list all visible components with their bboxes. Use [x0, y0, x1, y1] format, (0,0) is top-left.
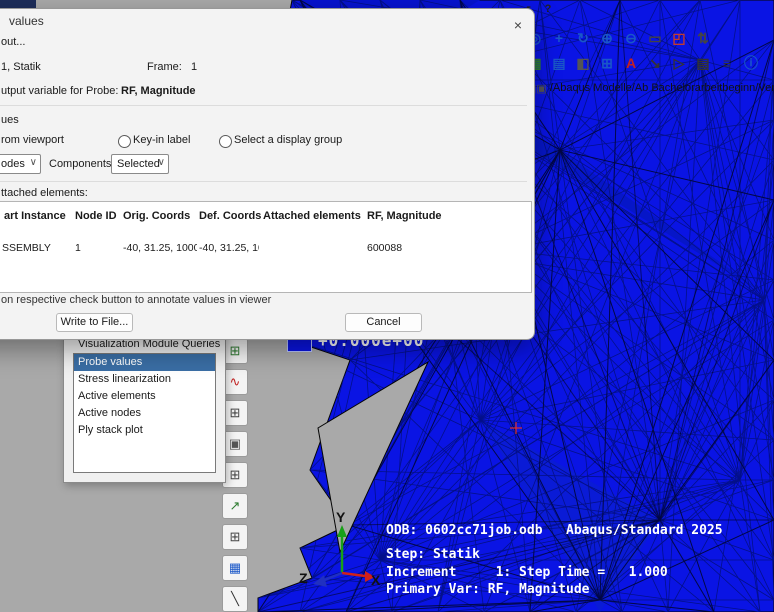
- cycle-views-icon[interactable]: ⇅: [692, 27, 714, 49]
- components-label: Components:: [49, 158, 115, 170]
- field-output-icon[interactable]: ⊞: [596, 52, 618, 74]
- table-cell: 1: [75, 242, 81, 254]
- query-list-item[interactable]: Active nodes: [74, 405, 215, 422]
- query-tools-toolbar: ⊞ ∿ ⊞ ▣ ⊞ ↗ ⊞ ▦ ╲: [222, 338, 252, 612]
- probe-values-section-label: ues: [1, 114, 19, 126]
- z-axis-arrow: [313, 575, 327, 587]
- attached-elements-label: ttached elements:: [1, 187, 88, 199]
- grid-icon[interactable]: ▦: [222, 555, 248, 581]
- frame-label: Frame:: [147, 61, 182, 73]
- probe-variable-label: utput variable for Probe:: [1, 85, 119, 97]
- spreadsheet-icon[interactable]: ⊞: [222, 524, 248, 550]
- dialog-title: values: [9, 14, 44, 28]
- primary-var-annotation: Primary Var: RF, Magnitude: [386, 582, 590, 597]
- probe-values-dialog: values × out... 1, Statik Frame: 1 utput…: [0, 8, 535, 340]
- query-list-item[interactable]: Probe values: [74, 354, 215, 371]
- cancel-button[interactable]: Cancel: [345, 313, 422, 332]
- table-cell: 600088: [367, 242, 403, 254]
- query-list-item[interactable]: Ply stack plot: [74, 422, 215, 439]
- odb-annotation: ODB: 0602cc71job.odb Abaqus/Standard 202…: [386, 523, 723, 538]
- separator: [0, 105, 527, 106]
- annotation-icon[interactable]: A: [620, 52, 642, 74]
- visualization-toolbar: ▦▤◧⊞A↘▷▤≡ⓘ: [524, 52, 762, 74]
- queries-dialog: Visualization Module Queries Probe value…: [63, 331, 226, 483]
- y-axis-label: Y: [336, 509, 346, 525]
- table-header-cell: RF, Magnitude: [367, 210, 442, 222]
- select-cursor-icon[interactable]: ▷: [668, 52, 690, 74]
- radio-display-group[interactable]: [219, 135, 232, 148]
- context-help-icon[interactable]: ?: [540, 1, 556, 17]
- info-icon[interactable]: ⓘ: [740, 52, 762, 74]
- fit-view-icon[interactable]: ◰: [668, 27, 690, 49]
- table-header-cell: art Instance: [4, 210, 66, 222]
- query-list-item[interactable]: Stress linearization: [74, 371, 215, 388]
- table-header-cell: Orig. Coords: [123, 210, 191, 222]
- queries-list[interactable]: Probe values Stress linearization Active e…: [73, 353, 216, 473]
- chevron-down-icon: ∨: [157, 157, 165, 168]
- radio-key-in-label-text[interactable]: Key-in label: [133, 134, 190, 146]
- separator: [0, 181, 527, 182]
- path-bar[interactable]: ▤▣ /Abaqus Modelle/Ab Bachelorarbeitbegi…: [526, 80, 774, 96]
- increment-annotation: Increment 1: Step Time = 1.000: [386, 565, 668, 580]
- table-header-cell: Def. Coords: [199, 210, 262, 222]
- query-list-item[interactable]: Active elements: [74, 388, 215, 405]
- folder-icon: ▣: [536, 82, 547, 95]
- probe-arrow-icon[interactable]: ↘: [644, 52, 666, 74]
- view-manipulation-toolbar: ◎ + ↻ ⊕ ⊖ ▭ ◰ ⇅: [524, 27, 714, 49]
- close-icon[interactable]: ×: [507, 15, 529, 35]
- step-annotation: Step: Statik: [386, 547, 480, 562]
- table-header-cell: Node ID: [75, 210, 117, 222]
- table-cell: -40, 31.25, 1000: [123, 242, 197, 254]
- plot-deformed-icon[interactable]: ◧: [572, 52, 594, 74]
- annotate-note: on respective check button to annotate v…: [1, 294, 272, 306]
- write-to-file-button[interactable]: Write to File...: [56, 313, 133, 332]
- path-text: /Abaqus Modelle/Ab Bachelorarbeitbeginn/…: [549, 82, 774, 94]
- y-axis-arrow: [337, 525, 347, 537]
- step-value: 1, Statik: [1, 61, 41, 73]
- table-row[interactable]: SSEMBLY 1 -40, 31.25, 1000 -40, 31.25, 1…: [0, 242, 531, 258]
- table-cell: -40, 31.25, 100: [199, 242, 259, 254]
- abaqus-cae-window: +0.000e+00 ODB: 0602cc71job.odb Abaqus/S…: [0, 0, 774, 612]
- chevron-down-icon: ∨: [29, 157, 37, 168]
- table-cell: SSEMBLY: [2, 242, 51, 254]
- plot-symbols-icon[interactable]: ▤: [548, 52, 570, 74]
- table-header-cell: Attached elements: [263, 210, 361, 222]
- probe-results-table: art Instance Node ID Orig. Coords Def. C…: [0, 201, 532, 293]
- x-axis-label: X: [371, 572, 381, 588]
- components-select[interactable]: Selected ∨: [111, 154, 169, 174]
- view-options-icon[interactable]: ≡: [716, 52, 738, 74]
- field-output-button[interactable]: out...: [1, 36, 25, 48]
- result-list-icon[interactable]: ▤: [692, 52, 714, 74]
- coordinate-triad: Y X Z: [299, 509, 381, 588]
- zoom-out-icon[interactable]: ⊖: [620, 27, 642, 49]
- radio-key-in-label[interactable]: [118, 135, 131, 148]
- rotate-view-icon[interactable]: ↻: [572, 27, 594, 49]
- probe-variable-value: RF, Magnitude: [121, 85, 196, 97]
- frame-value: 1: [191, 61, 198, 73]
- components-value: Selected: [117, 158, 160, 170]
- radio-from-viewport-label[interactable]: rom viewport: [1, 134, 64, 146]
- probe-target-value: odes: [1, 158, 25, 170]
- pen-icon[interactable]: ╲: [222, 586, 248, 612]
- radio-display-group-text[interactable]: Select a display group: [234, 134, 342, 146]
- box-zoom-icon[interactable]: ▭: [644, 27, 666, 49]
- z-axis-label: Z: [299, 570, 308, 586]
- pan-view-icon[interactable]: +: [548, 27, 570, 49]
- export-table-icon[interactable]: ↗: [222, 493, 248, 519]
- zoom-in-icon[interactable]: ⊕: [596, 27, 618, 49]
